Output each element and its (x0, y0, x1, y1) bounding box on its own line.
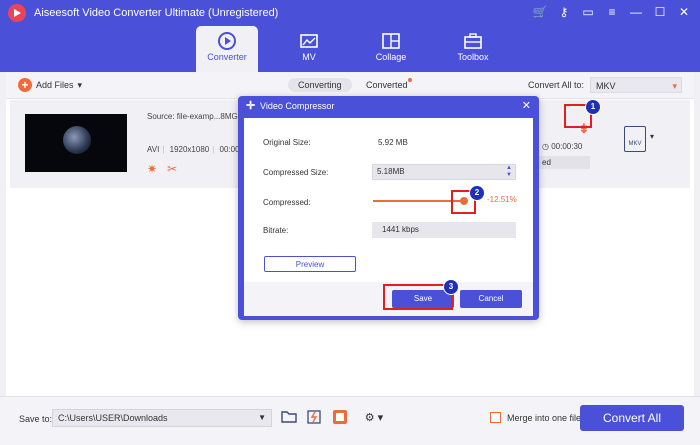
tab-toolbox[interactable]: Toolbox (442, 26, 504, 72)
tab-label: Toolbox (457, 52, 489, 62)
key-icon[interactable]: ⚷ (556, 4, 572, 20)
maximize-icon[interactable]: ☐ (652, 4, 668, 20)
app-logo-icon (8, 4, 26, 22)
subtab-label: Converting (298, 80, 342, 90)
add-files-button[interactable]: + Add Files ▾ (18, 78, 82, 92)
tab-label: Collage (375, 52, 407, 62)
file-resolution: 1920x1080 (169, 145, 210, 154)
file-format: AVI (147, 145, 160, 154)
mv-icon (278, 30, 340, 52)
settings-gear-icon[interactable]: ⚙ ▾ (357, 409, 391, 427)
compressed-percent: -12.51% (487, 195, 517, 204)
tab-mv[interactable]: MV (278, 26, 340, 72)
edit-effect-icon[interactable]: ✷ (147, 162, 157, 176)
tab-converter[interactable]: Converter (196, 26, 258, 72)
merge-label: Merge into one file (507, 412, 582, 423)
checkbox-icon[interactable] (490, 412, 501, 423)
tab-collage[interactable]: Collage (360, 26, 422, 72)
close-icon[interactable]: ✕ (676, 4, 692, 20)
step-badge-2: 2 (469, 185, 485, 201)
scissors-icon[interactable]: ✂ (167, 162, 177, 176)
new-dot-icon (407, 78, 412, 82)
stepper-icon[interactable]: ▲ ▼ (506, 165, 512, 179)
compressed-size-input[interactable]: 5.18MB ▲ ▼ (372, 164, 516, 180)
dialog-header: ✛ Video Compressor ✕ (238, 96, 539, 116)
chevron-down-icon[interactable]: ▾ (78, 80, 83, 91)
subtab-converting[interactable]: Converting (288, 78, 352, 92)
chevron-down-icon[interactable]: ▾ (650, 132, 654, 141)
tab-label: Converter (207, 52, 247, 62)
title-bar: Aiseesoft Video Converter Ultimate (Unre… (0, 0, 700, 72)
output-quality-select[interactable]: ed (538, 156, 590, 169)
save-path-field[interactable]: C:\Users\USER\Downloads ▼ (52, 409, 272, 427)
toolbox-icon (442, 30, 504, 52)
output-duration: ◷ 00:00:30 (542, 142, 583, 151)
cart-icon[interactable]: 🛒 (532, 4, 548, 20)
chevron-down-icon[interactable]: ▼ (258, 410, 266, 426)
merge-checkbox[interactable]: Merge into one file (490, 412, 581, 423)
compressed-label: Compressed: (263, 198, 311, 207)
format-select[interactable]: MKV ▾ (590, 77, 682, 93)
subtab-converted[interactable]: Converted (356, 78, 422, 92)
compress-icon: ✛ (246, 100, 256, 112)
app-title: Aiseesoft Video Converter Ultimate (Unre… (34, 7, 279, 19)
menu-icon[interactable]: ≡ (604, 4, 620, 20)
save-path-value: C:\Users\USER\Downloads (58, 413, 168, 423)
folder-icon[interactable] (280, 409, 298, 427)
convert-all-label: Convert All to: (527, 80, 584, 90)
plus-icon: + (18, 78, 32, 92)
step-badge-3: 3 (443, 279, 459, 295)
window-controls: 🛒 ⚷ ▭ ≡ — ☐ ✕ (532, 4, 692, 20)
subtab-label: Converted (366, 80, 408, 90)
video-thumbnail[interactable] (25, 114, 127, 172)
gpu-icon[interactable] (331, 409, 349, 427)
preview-button[interactable]: Preview (264, 256, 356, 272)
file-actions: ✷ ✂ (147, 162, 177, 176)
original-size-label: Original Size: (263, 138, 311, 147)
close-icon[interactable]: ✕ (522, 99, 531, 112)
tab-label: MV (302, 52, 316, 62)
original-size-value: 5.92 MB (378, 138, 408, 147)
bitrate-label: Bitrate: (263, 226, 289, 235)
minimize-icon[interactable]: — (628, 4, 644, 20)
chat-icon[interactable]: ▭ (580, 4, 596, 20)
file-meta: AVI | 1920x1080 | 00:00:30 (147, 145, 251, 154)
compressed-size-label: Compressed Size: (263, 168, 329, 177)
dialog-body: Original Size: 5.92 MB Compressed Size: … (244, 118, 533, 282)
dialog-title: Video Compressor (260, 101, 335, 111)
convert-all-button[interactable]: Convert All (580, 405, 684, 431)
step-badge-1: 1 (585, 99, 601, 115)
hardware-acceleration-icon[interactable] (305, 409, 323, 427)
bottom-bar: Save to: C:\Users\USER\Downloads ▼ ⚙ ▾ M… (0, 396, 700, 445)
compressed-size-value: 5.18MB (377, 167, 405, 176)
save-to-label: Save to: (19, 414, 53, 424)
chevron-down-icon: ▾ (672, 81, 677, 91)
cancel-button[interactable]: Cancel (460, 290, 522, 308)
format-value: MKV (596, 81, 616, 91)
converter-icon (196, 30, 258, 52)
output-format-icon[interactable]: MKV (624, 126, 646, 152)
add-files-label: Add Files (36, 80, 74, 90)
converter-toolbar: + Add Files ▾ Converting Converted Conve… (6, 72, 694, 99)
collage-icon (360, 30, 422, 52)
earth-image (63, 126, 91, 154)
source-text: Source: file-examp...8MG( (147, 112, 241, 121)
bitrate-value: 1441 kbps (372, 222, 516, 238)
